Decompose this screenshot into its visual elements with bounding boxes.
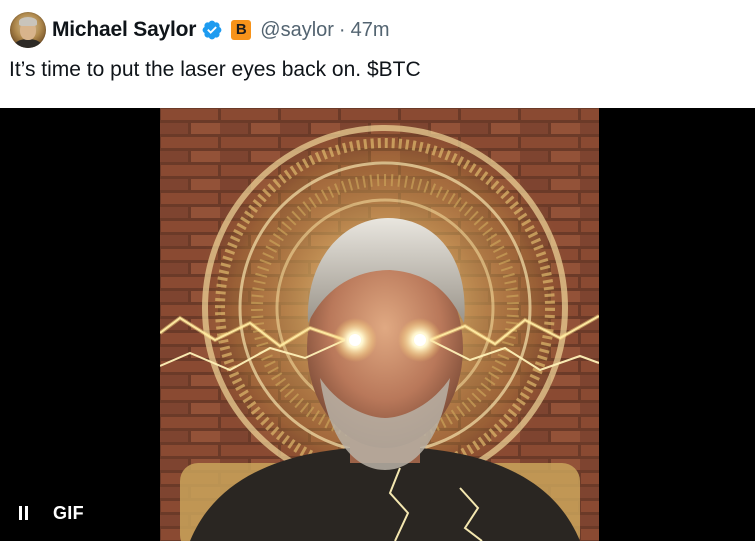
gif-image[interactable]	[160, 108, 599, 541]
author-handle[interactable]: @saylor	[260, 19, 334, 42]
tweet-card: Michael Saylor B @saylor · 47m It’s time…	[0, 0, 755, 541]
gif-controls: GIF	[17, 503, 84, 523]
verified-check-icon	[202, 20, 222, 40]
tweet-media[interactable]	[0, 108, 755, 541]
avatar[interactable]	[10, 12, 46, 48]
bitcoin-badge-icon[interactable]: B	[231, 20, 252, 40]
pause-icon[interactable]	[17, 506, 29, 520]
author-row: Michael Saylor B @saylor · 47m	[52, 16, 390, 44]
tweet-header: Michael Saylor B @saylor · 47m It’s time…	[0, 0, 755, 108]
tweet-timestamp[interactable]: 47m	[351, 19, 390, 42]
laser-eyes-portrait-image	[160, 108, 599, 541]
tweet-text: It’s time to put the laser eyes back on.…	[9, 58, 421, 81]
bitcoin-badge-glyph: B	[235, 21, 247, 38]
gif-label: GIF	[53, 502, 84, 523]
author-name[interactable]: Michael Saylor	[52, 18, 196, 42]
meta-separator: ·	[338, 18, 346, 41]
